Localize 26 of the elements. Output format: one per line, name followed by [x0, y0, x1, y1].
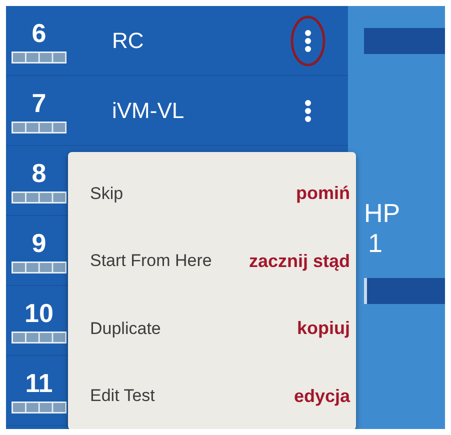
menu-item[interactable]: Edit Test: [90, 386, 155, 406]
step-number: 6: [32, 18, 46, 48]
side-value: 1: [367, 228, 384, 258]
progress-squares-icon: [11, 400, 67, 414]
step-number: 7: [32, 88, 46, 118]
progress-squares-icon: [11, 50, 67, 64]
step-number: 9: [32, 228, 46, 258]
translation-note: edycja: [294, 386, 350, 407]
progress-squares-icon: [11, 260, 67, 274]
menu-item[interactable]: Duplicate: [90, 318, 161, 339]
progress-squares-icon: [11, 330, 67, 344]
progress-squares-icon: [11, 120, 67, 134]
test-name: RC: [112, 28, 145, 54]
more-vertical-icon: [304, 28, 312, 52]
menu-item[interactable]: Skip: [90, 184, 124, 204]
translation-note: pomiń: [296, 183, 350, 204]
test-name: iVM-VL: [112, 98, 186, 124]
translation-note: zacznij stąd: [248, 250, 350, 272]
menu-item[interactable]: Start From Here: [90, 251, 212, 272]
side-label: HP: [364, 198, 402, 228]
translation-note: kopiuj: [297, 318, 350, 340]
step-number: 10: [24, 298, 54, 328]
step-number: 11: [25, 368, 53, 398]
progress-squares-icon: [11, 190, 67, 204]
step-number: 8: [32, 158, 46, 188]
more-vertical-icon: [304, 98, 312, 122]
